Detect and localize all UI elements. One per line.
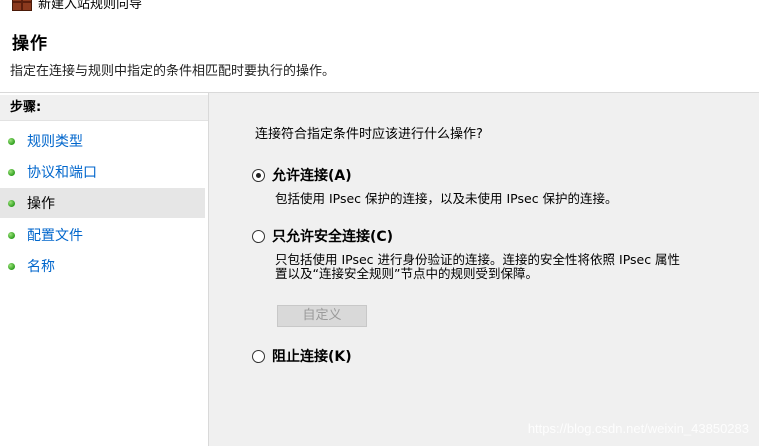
option-label: 只允许安全连接(C) xyxy=(272,229,394,245)
action-question: 连接符合指定条件时应该进行什么操作? xyxy=(255,127,483,142)
step-profile[interactable]: 配置文件 xyxy=(0,220,205,250)
step-rule-type[interactable]: 规则类型 xyxy=(0,126,205,156)
step-label: 操作 xyxy=(27,196,55,212)
step-label: 名称 xyxy=(27,259,55,275)
step-action[interactable]: 操作 xyxy=(0,188,205,218)
title-bar: 新建入站规则向导 xyxy=(0,0,759,12)
secure-description-line2: 置以及“连接安全规则”节点中的规则受到保障。 xyxy=(275,266,538,281)
allow-connection-option[interactable]: 允许连接(A) xyxy=(252,165,352,185)
page-subtitle: 指定在连接与规则中指定的条件相匹配时要执行的操作。 xyxy=(10,64,336,79)
radio-secure[interactable] xyxy=(252,229,265,243)
option-label: 允许连接(A) xyxy=(272,168,352,184)
firewall-app-icon xyxy=(12,0,32,11)
page-title: 操作 xyxy=(12,34,48,54)
steps-heading: 步骤: xyxy=(0,95,208,121)
step-label: 协议和端口 xyxy=(27,165,97,181)
allow-description: 包括使用 IPsec 保护的连接，以及未使用 IPsec 保护的连接。 xyxy=(275,191,618,206)
radio-allow[interactable] xyxy=(252,168,265,182)
step-bullet-icon xyxy=(8,137,15,145)
step-protocol-ports[interactable]: 协议和端口 xyxy=(0,157,205,187)
steps-sidebar: 步骤: 规则类型 协议和端口 操作 配置文件 名称 xyxy=(0,93,209,446)
step-bullet-icon xyxy=(8,262,15,270)
option-label: 阻止连接(K) xyxy=(272,349,352,365)
step-name[interactable]: 名称 xyxy=(0,251,205,281)
step-label: 规则类型 xyxy=(27,134,83,150)
customize-button[interactable]: 自定义 xyxy=(277,305,367,327)
secure-connection-option[interactable]: 只允许安全连接(C) xyxy=(252,226,393,246)
watermark-text: https://blog.csdn.net/weixin_43850283 xyxy=(527,421,749,436)
step-bullet-icon xyxy=(8,199,15,207)
step-bullet-icon xyxy=(8,168,15,176)
secure-description-line1: 只包括使用 IPsec 进行身份验证的连接。连接的安全性将依照 IPsec 属性 xyxy=(275,252,681,267)
step-label: 配置文件 xyxy=(27,228,83,244)
wizard-content: 连接符合指定条件时应该进行什么操作? 允许连接(A) 包括使用 IPsec 保护… xyxy=(209,93,759,446)
block-connection-option[interactable]: 阻止连接(K) xyxy=(252,346,352,366)
window-title: 新建入站规则向导 xyxy=(38,0,143,12)
radio-block[interactable] xyxy=(252,349,265,363)
wizard-header: 操作 指定在连接与规则中指定的条件相匹配时要执行的操作。 xyxy=(0,14,759,94)
step-bullet-icon xyxy=(8,231,15,239)
